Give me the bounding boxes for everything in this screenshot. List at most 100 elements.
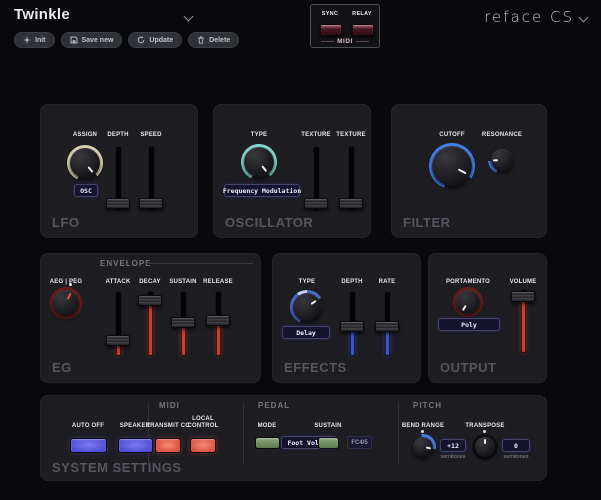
slider-handle[interactable] [340, 321, 364, 332]
slider-handle[interactable] [206, 315, 230, 326]
fx-rate-label: RATE [359, 279, 415, 285]
lfo-speed-slider[interactable] [139, 147, 163, 210]
slider-handle[interactable] [106, 335, 130, 346]
effects-panel-title: EFFECTS [284, 360, 347, 375]
pitch-header: PITCH [413, 401, 442, 410]
logo-text: reface CS [484, 8, 574, 26]
midi-sync-label: SYNC [315, 11, 345, 17]
pedal-mode-label: MODE [239, 423, 295, 429]
lfo-assign-display[interactable]: OSC [74, 184, 98, 197]
portamento-mode-display[interactable]: Poly [438, 318, 500, 331]
fx-type-knob[interactable] [290, 290, 324, 324]
system-settings-title: SYSTEM SETTINGS [52, 460, 182, 475]
filter-panel-title: FILTER [403, 215, 451, 230]
auto-off-button[interactable] [70, 438, 107, 453]
pedal-header: PEDAL [258, 401, 290, 410]
midi-relay-button[interactable] [352, 24, 374, 36]
osc-texture2-label: TEXTURE [323, 132, 379, 138]
init-sparkle-icon [23, 36, 31, 44]
refresh-icon [137, 36, 145, 44]
init-button-label: Init [35, 37, 46, 44]
slider-handle[interactable] [139, 198, 163, 209]
slider-handle[interactable] [171, 317, 195, 328]
portamento-label: PORTAMENTO [440, 279, 496, 285]
output-panel-title: OUTPUT [440, 360, 496, 375]
eg-mode-label: AEG | PEG [38, 279, 94, 285]
osc-type-knob[interactable] [241, 144, 277, 180]
eg-sustain-slider[interactable] [171, 292, 195, 356]
slider-handle[interactable] [375, 321, 399, 332]
preset-dropdown-chevron-icon[interactable] [185, 13, 192, 20]
speaker-button[interactable] [118, 438, 153, 453]
osc-texture2-slider[interactable] [339, 147, 363, 210]
transpose-unit: semitones [498, 454, 534, 460]
init-button[interactable]: Init [14, 32, 55, 48]
eg-release-label: RELEASE [190, 279, 246, 285]
oscillator-panel: TYPE Frequency Modulation TEXTURE TEXTUR… [213, 104, 371, 238]
pedal-sustain-type-button[interactable]: FC4/5 [347, 436, 372, 449]
update-button-label: Update [149, 37, 173, 44]
midi-sync-button[interactable] [320, 24, 342, 36]
eg-panel: ENVELOPE AEG | PEG ATTACK DECAY SUSTAIN … [40, 253, 261, 383]
output-panel: PORTAMENTO Poly VOLUME OUTPUT [428, 253, 547, 383]
fx-depth-slider[interactable] [340, 292, 364, 356]
save-new-button[interactable]: Save new [61, 32, 123, 48]
delete-button[interactable]: Delete [188, 32, 239, 48]
eg-mode-knob[interactable] [50, 287, 82, 319]
filter-resonance-knob[interactable] [488, 146, 516, 174]
slider-handle[interactable] [106, 198, 130, 209]
fx-rate-slider[interactable] [375, 292, 399, 356]
slider-handle[interactable] [511, 291, 535, 302]
logo-dropdown-chevron-icon[interactable] [580, 14, 587, 21]
save-icon [70, 36, 78, 44]
transpose-display[interactable]: 0 [502, 439, 530, 452]
save-new-button-label: Save new [82, 37, 114, 44]
pedal-sustain-label: SUSTAIN [300, 423, 356, 429]
slider-fill [149, 300, 152, 355]
reface-cs-editor: { "header": { "preset_name": "Twinkle", … [0, 0, 601, 500]
local-control-label-line1: LOCAL [175, 416, 231, 422]
eg-decay-slider[interactable] [138, 292, 162, 356]
portamento-knob[interactable] [453, 287, 483, 317]
local-control-label-line2: CONTROL [175, 423, 231, 429]
osc-type-display[interactable]: Frequency Modulation [224, 184, 300, 197]
lfo-panel-title: LFO [52, 215, 80, 230]
midi-box-caption: MIDI [311, 38, 379, 45]
lfo-panel: ASSIGN OSC DEPTH SPEED LFO [40, 104, 198, 238]
pedal-mode-button[interactable] [255, 437, 280, 449]
pedal-sustain-button[interactable] [318, 437, 339, 449]
osc-texture1-slider[interactable] [304, 147, 328, 210]
envelope-header: ENVELOPE [100, 259, 152, 268]
lfo-depth-slider[interactable] [106, 147, 130, 210]
osc-type-label: TYPE [231, 132, 287, 138]
delete-button-label: Delete [209, 37, 230, 44]
transpose-knob[interactable] [472, 434, 498, 460]
bend-range-knob[interactable] [410, 434, 436, 460]
brand-logo: reface CS [484, 8, 587, 26]
oscillator-panel-title: OSCILLATOR [225, 215, 313, 230]
slider-handle[interactable] [304, 198, 328, 209]
bend-range-display[interactable]: +12 [440, 439, 466, 452]
local-control-button[interactable] [190, 438, 216, 453]
eg-attack-slider[interactable] [106, 292, 130, 356]
eg-release-slider[interactable] [206, 292, 230, 356]
trash-icon [197, 36, 205, 44]
filter-cutoff-knob[interactable] [429, 143, 475, 189]
volume-label: VOLUME [495, 279, 551, 285]
toolbar: Init Save new Update Delete [14, 32, 239, 48]
volume-slider[interactable] [511, 290, 535, 353]
preset-name[interactable]: Twinkle [14, 6, 70, 23]
filter-panel: CUTOFF RESONANCE FILTER [391, 104, 547, 238]
bend-range-unit: semitones [435, 454, 471, 460]
transmit-cc-button[interactable] [155, 438, 181, 453]
lfo-assign-knob[interactable] [67, 145, 103, 181]
filter-resonance-label: RESONANCE [474, 132, 530, 138]
slider-handle[interactable] [138, 295, 162, 306]
update-button[interactable]: Update [128, 32, 182, 48]
system-midi-header: MIDI [159, 401, 180, 410]
midi-io-box: SYNC RELAY MIDI [310, 4, 380, 48]
filter-cutoff-label: CUTOFF [424, 132, 480, 138]
slider-handle[interactable] [339, 198, 363, 209]
fx-type-display[interactable]: Delay [282, 326, 330, 339]
system-settings-panel: AUTO OFF SPEAKER MIDI TRANSMIT CC LOCAL … [40, 395, 547, 481]
